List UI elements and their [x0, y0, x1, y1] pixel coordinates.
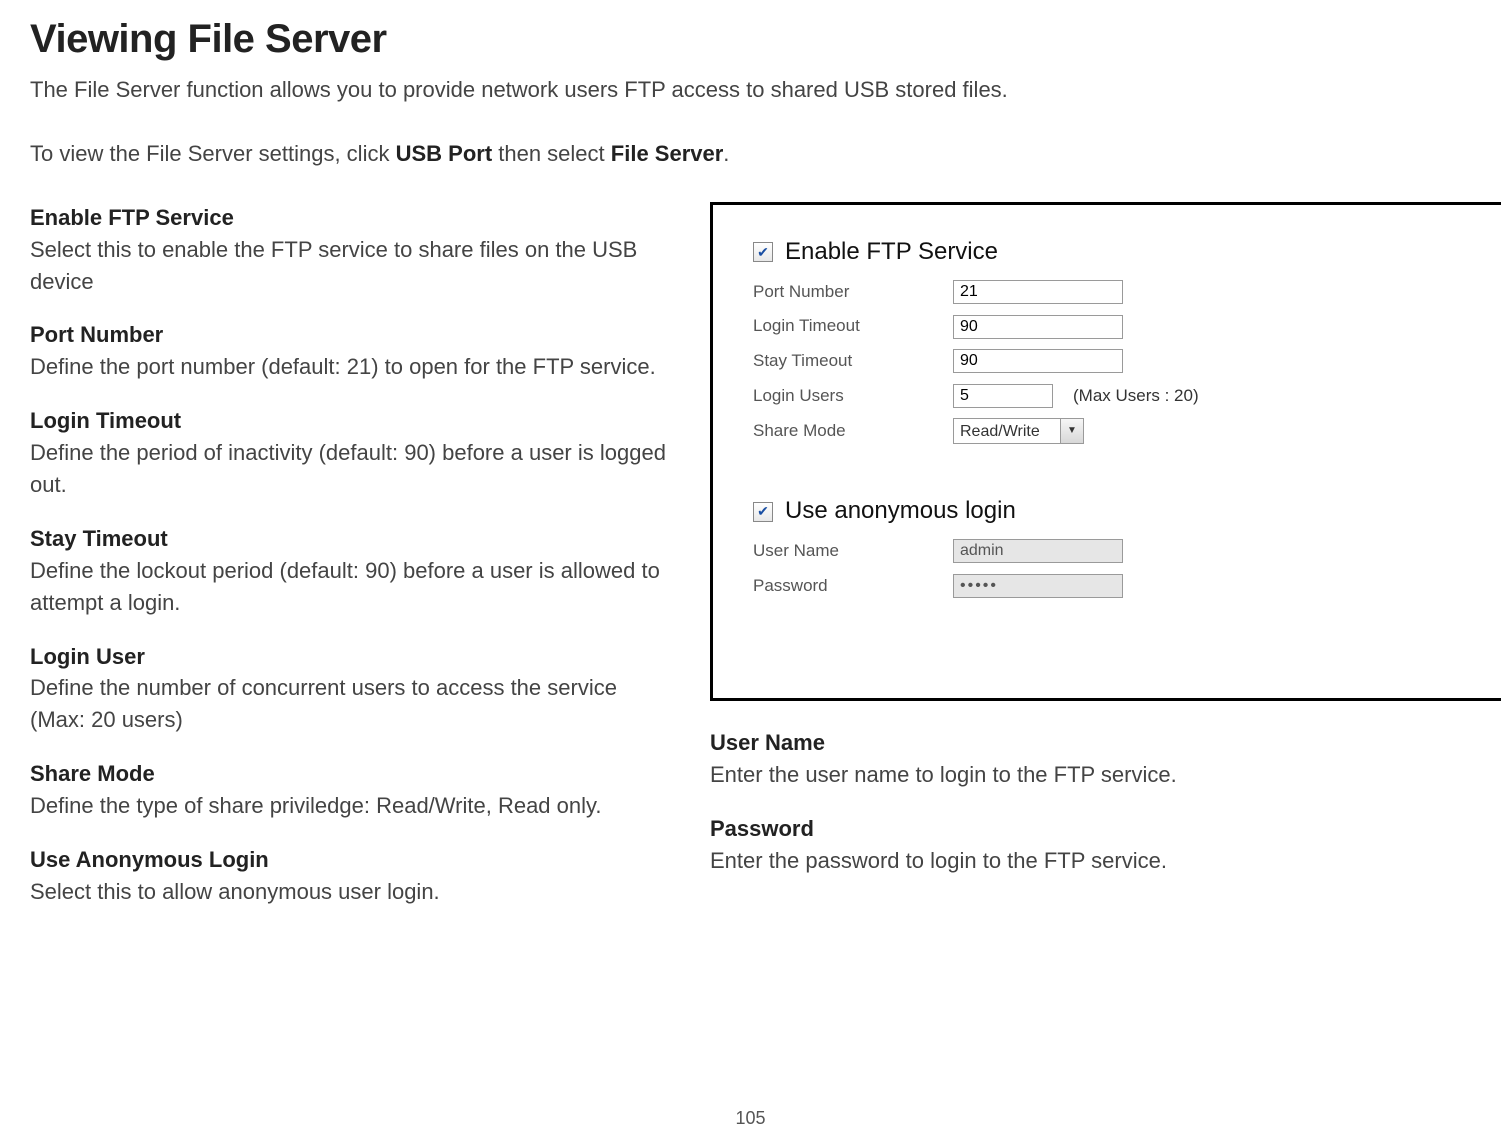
def-login-timeout: Login Timeout Define the period of inact…	[30, 405, 670, 501]
term-user-name: User Name	[710, 727, 1501, 759]
def-anonymous-login: Use Anonymous Login Select this to allow…	[30, 844, 670, 908]
port-number-input[interactable]	[953, 280, 1123, 304]
login-users-hint: (Max Users : 20)	[1073, 384, 1199, 409]
share-mode-value: Read/Write	[954, 419, 1060, 443]
anonymous-login-label: Use anonymous login	[785, 494, 1016, 529]
password-label: Password	[753, 574, 953, 599]
term-stay-timeout: Stay Timeout	[30, 523, 670, 555]
intro-nav-post: .	[723, 141, 729, 166]
desc-share-mode: Define the type of share priviledge: Rea…	[30, 790, 670, 822]
login-users-label: Login Users	[753, 384, 953, 409]
desc-enable-ftp: Select this to enable the FTP service to…	[30, 234, 670, 298]
user-name-input[interactable]	[953, 539, 1123, 563]
intro-nav-usb-port: USB Port	[396, 141, 493, 166]
port-number-label: Port Number	[753, 280, 953, 305]
term-share-mode: Share Mode	[30, 758, 670, 790]
def-stay-timeout: Stay Timeout Define the lockout period (…	[30, 523, 670, 619]
login-timeout-label: Login Timeout	[753, 314, 953, 339]
stay-timeout-input[interactable]	[953, 349, 1123, 373]
def-port-number: Port Number Define the port number (defa…	[30, 319, 670, 383]
desc-user-name: Enter the user name to login to the FTP …	[710, 759, 1501, 791]
desc-anonymous-login: Select this to allow anonymous user logi…	[30, 876, 670, 908]
term-login-user: Login User	[30, 641, 670, 673]
enable-ftp-header: ✔ Enable FTP Service	[753, 235, 1467, 270]
term-port-number: Port Number	[30, 319, 670, 351]
def-login-user: Login User Define the number of concurre…	[30, 641, 670, 737]
desc-password: Enter the password to login to the FTP s…	[710, 845, 1501, 877]
intro-paragraph-1: The File Server function allows you to p…	[30, 77, 1008, 102]
share-mode-select[interactable]: Read/Write ▼	[953, 418, 1084, 444]
def-user-name: User Name Enter the user name to login t…	[710, 727, 1501, 791]
def-password: Password Enter the password to login to …	[710, 813, 1501, 877]
enable-ftp-checkbox[interactable]: ✔	[753, 242, 773, 262]
login-timeout-input[interactable]	[953, 315, 1123, 339]
intro-nav-mid: then select	[492, 141, 611, 166]
desc-login-user: Define the number of concurrent users to…	[30, 672, 670, 736]
user-name-label: User Name	[753, 539, 953, 564]
desc-port-number: Define the port number (default: 21) to …	[30, 351, 670, 383]
term-password: Password	[710, 813, 1501, 845]
share-mode-label: Share Mode	[753, 419, 953, 444]
anonymous-login-header: ✔ Use anonymous login	[753, 494, 1467, 529]
intro-nav-pre: To view the File Server settings, click	[30, 141, 396, 166]
login-users-input[interactable]	[953, 384, 1053, 408]
desc-login-timeout: Define the period of inactivity (default…	[30, 437, 670, 501]
password-input[interactable]	[953, 574, 1123, 598]
settings-panel: ✔ Enable FTP Service Port Number Login T…	[710, 202, 1501, 701]
chevron-down-icon: ▼	[1060, 419, 1083, 443]
desc-stay-timeout: Define the lockout period (default: 90) …	[30, 555, 670, 619]
def-enable-ftp: Enable FTP Service Select this to enable…	[30, 202, 670, 298]
page-number: 105	[735, 1105, 765, 1131]
term-enable-ftp: Enable FTP Service	[30, 202, 670, 234]
anonymous-login-checkbox[interactable]: ✔	[753, 502, 773, 522]
enable-ftp-label: Enable FTP Service	[785, 235, 998, 270]
stay-timeout-label: Stay Timeout	[753, 349, 953, 374]
term-anonymous-login: Use Anonymous Login	[30, 844, 670, 876]
def-share-mode: Share Mode Define the type of share priv…	[30, 758, 670, 822]
term-login-timeout: Login Timeout	[30, 405, 670, 437]
intro-text: The File Server function allows you to p…	[30, 74, 1471, 106]
page-title: Viewing File Server	[30, 10, 1471, 68]
intro-nav-file-server: File Server	[611, 141, 724, 166]
intro-navigation: To view the File Server settings, click …	[30, 138, 1471, 170]
